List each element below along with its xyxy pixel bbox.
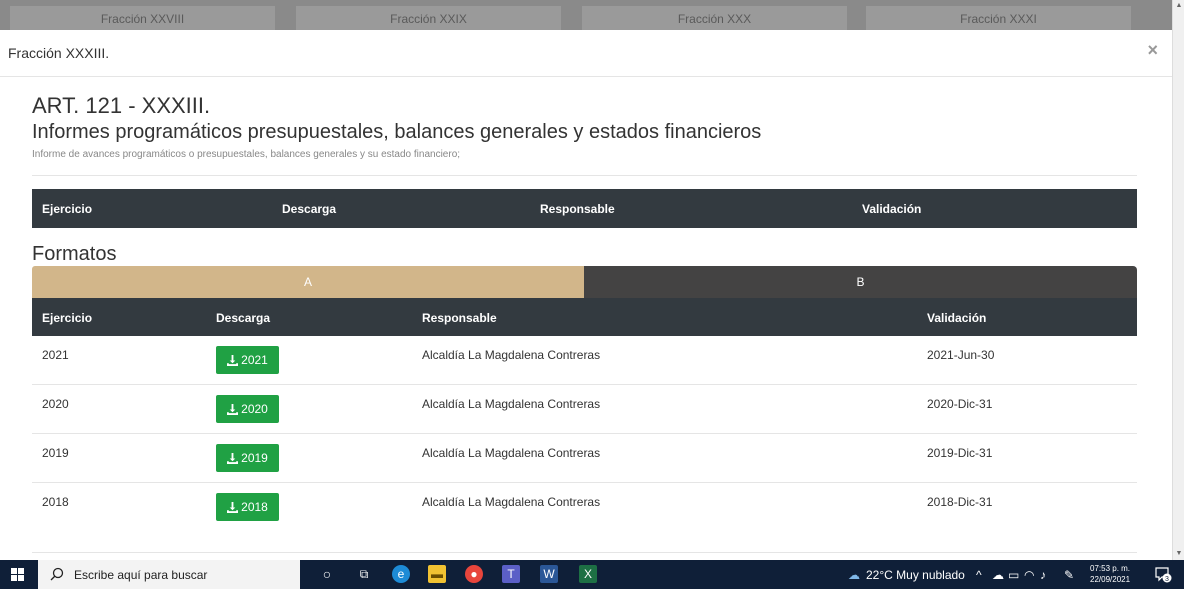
weather-status[interactable]: 22°C Muy nublado [866,568,965,582]
download-icon [227,403,239,415]
task-view-icon[interactable]: ⧉ [355,565,373,583]
cortana-icon[interactable]: ○ [318,565,336,583]
column-header-descarga: Descarga [282,202,337,216]
ejercicio-cell: 2018 [42,495,69,509]
column-header-responsable: Responsable [422,311,497,325]
teams-icon[interactable]: T [502,565,520,583]
search-icon [50,567,64,581]
download-button-label: 2018 [241,500,268,514]
taskbar-search[interactable]: Escribe aquí para buscar [38,560,300,589]
download-button-label: 2020 [241,402,268,416]
article-subtitle: Informes programáticos presupuestales, b… [32,121,762,143]
file-explorer-icon[interactable]: ▬ [428,565,446,583]
download-icon [227,354,239,366]
close-icon[interactable]: × [1147,40,1158,61]
chrome-icon[interactable]: ● [465,565,483,583]
validacion-cell: 2018-Dic-31 [927,495,993,509]
chevron-up-icon[interactable]: ^ [976,568,982,582]
excel-icon[interactable]: X [579,565,597,583]
responsable-cell: Alcaldía La Magdalena Contreras [422,495,601,509]
responsable-cell: Alcaldía La Magdalena Contreras [422,397,601,411]
validacion-cell: 2020-Dic-31 [927,397,993,411]
download-icon [227,501,239,513]
column-header-responsable: Responsable [540,202,615,216]
modal-header: Fracción XXXIII. × [0,30,1172,77]
search-placeholder: Escribe aquí para buscar [74,568,208,582]
article-title: ART. 121 - XXXIII. [32,93,211,118]
clock-date: 22/09/2021 [1090,575,1131,584]
download-button[interactable]: 2021 [216,346,279,374]
article-description: Informe de avances programáticos o presu… [32,149,461,160]
pen-icon[interactable]: ✎ [1064,568,1074,582]
clock-time: 07:53 p. m. [1090,564,1131,573]
divider [32,175,1137,176]
background-tab: Fracción XXX [582,6,847,30]
tab-a[interactable]: A [32,266,584,298]
validacion-cell: 2019-Dic-31 [927,446,993,460]
system-clock[interactable]: 07:53 p. m. 22/09/2021 [1090,563,1130,585]
ejercicio-cell: 2020 [42,397,69,411]
column-header-validacion: Validación [862,202,922,216]
column-header-ejercicio: Ejercicio [42,202,93,216]
ejercicio-cell: 2021 [42,348,69,362]
scroll-down-arrow-icon[interactable]: ▼ [1173,548,1184,560]
background-tab: Fracción XXVIII [10,6,275,30]
ejercicio-cell: 2019 [42,446,69,460]
download-button-label: 2021 [241,353,268,367]
responsable-cell: Alcaldía La Magdalena Contreras [422,348,601,362]
windows-start-icon[interactable] [11,568,24,581]
table-row: 2020 2020 Alcaldía La Magdalena Contrera… [32,385,1137,434]
formatos-title: Formatos [32,243,117,265]
responsable-cell: Alcaldía La Magdalena Contreras [422,446,601,460]
battery-icon[interactable]: ▭ [1008,568,1019,582]
table-row: 2019 2019 Alcaldía La Magdalena Contrera… [32,434,1137,483]
wifi-icon[interactable]: ◠ [1024,568,1034,582]
edge-icon[interactable]: e [392,565,410,583]
modal-title: Fracción XXXIII. [8,45,110,61]
volume-icon[interactable]: ♪ [1040,568,1046,582]
tab-b[interactable]: B [584,266,1137,298]
notification-icon[interactable]: 3 [1154,566,1172,583]
download-button[interactable]: 2018 [216,493,279,521]
download-button[interactable]: 2020 [216,395,279,423]
download-icon [227,452,239,464]
summary-table-header: Ejercicio Descarga Responsable Validació… [32,189,1137,228]
formatos-table-header: Ejercicio Descarga Responsable Validació… [32,298,1137,336]
download-button[interactable]: 2019 [216,444,279,472]
fraccion-modal: Fracción XXXIII. × ART. 121 - XXXIII. In… [0,30,1172,560]
cloud-sync-icon[interactable]: ☁ [992,568,1004,582]
validacion-cell: 2021-Jun-30 [927,348,995,362]
column-header-validacion: Validación [927,311,987,325]
page-scrollbar[interactable]: ▲ ▼ [1172,0,1184,560]
notification-count: 3 [1165,576,1169,583]
table-row: 2021 2021 Alcaldía La Magdalena Contrera… [32,336,1137,385]
table-row: 2018 2018 Alcaldía La Magdalena Contrera… [32,483,1137,532]
column-header-descarga: Descarga [216,311,271,325]
windows-taskbar: Escribe aquí para buscar ○ ⧉ e ▬ ● T W X… [0,560,1184,589]
background-tab: Fracción XXXI [866,6,1131,30]
background-tab-bar: Fracción XXVIII Fracción XXIX Fracción X… [0,0,1184,30]
background-tab: Fracción XXIX [296,6,561,30]
download-button-label: 2019 [241,451,268,465]
column-header-ejercicio: Ejercicio [42,311,93,325]
scroll-up-arrow-icon[interactable]: ▲ [1173,0,1184,12]
word-icon[interactable]: W [540,565,558,583]
cloud-icon: ☁ [848,568,860,582]
divider [32,552,1137,553]
